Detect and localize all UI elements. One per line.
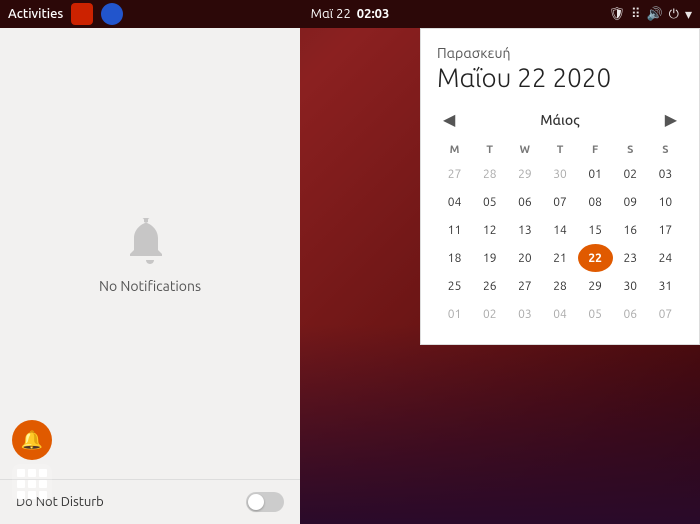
- calendar-day-1-4[interactable]: 08: [578, 188, 613, 216]
- topbar-left: Activities: [8, 3, 123, 25]
- bell-icon: [126, 214, 174, 268]
- calendar-week-2: 11121314151617: [437, 216, 683, 244]
- calendar-day-1-5[interactable]: 09: [613, 188, 648, 216]
- calendar-header: ◀ Μάιος ▶: [437, 108, 683, 132]
- weekday-f: F: [578, 140, 613, 160]
- dot-6: [39, 480, 47, 488]
- calendar-day-2-3[interactable]: 14: [542, 216, 577, 244]
- calendar-day-4-4[interactable]: 29: [578, 272, 613, 300]
- calendar-arrow: [552, 29, 568, 37]
- dock-orange-icon[interactable]: 🔔: [12, 420, 52, 460]
- calendar-prev-button[interactable]: ◀: [437, 108, 461, 132]
- dock-dots-grid: [17, 469, 47, 499]
- calendar-week-0: 27282930010203: [437, 160, 683, 188]
- dot-1: [17, 469, 25, 477]
- calendar-week-3: 18192021222324: [437, 244, 683, 272]
- calendar-day-2-1[interactable]: 12: [472, 216, 507, 244]
- calendar-day-3-1[interactable]: 19: [472, 244, 507, 272]
- calendar-day-1-0[interactable]: 04: [437, 188, 472, 216]
- calendar-day-3-5[interactable]: 23: [613, 244, 648, 272]
- weekday-s2: S: [648, 140, 683, 160]
- calendar-day-5-1[interactable]: 02: [472, 300, 507, 328]
- calendar-panel: Παρασκευή Μαΐου 22 2020 ◀ Μάιος ▶ M T W …: [420, 28, 700, 345]
- topbar-date: Μαϊ 22: [311, 7, 351, 21]
- topbar-time: 02:03: [357, 7, 390, 21]
- dot-3: [39, 469, 47, 477]
- calendar-day-2-0[interactable]: 11: [437, 216, 472, 244]
- topbar-center: Μαϊ 22 02:03: [311, 7, 390, 21]
- calendar-day-3-0[interactable]: 18: [437, 244, 472, 272]
- dot-7: [17, 491, 25, 499]
- calendar-week-4: 25262728293031: [437, 272, 683, 300]
- calendar-day-2-2[interactable]: 13: [507, 216, 542, 244]
- calendar-day-5-5[interactable]: 06: [613, 300, 648, 328]
- calendar-weekday-row: M T W T F S S: [437, 140, 683, 160]
- notification-content: No Notifications: [0, 28, 300, 479]
- calendar-day-0-6[interactable]: 03: [648, 160, 683, 188]
- calendar-day-0-5[interactable]: 02: [613, 160, 648, 188]
- calendar-day-4-5[interactable]: 30: [613, 272, 648, 300]
- calendar-day-4-2[interactable]: 27: [507, 272, 542, 300]
- calendar-day-1-2[interactable]: 06: [507, 188, 542, 216]
- toggle-knob: [248, 494, 264, 510]
- calendar-day-name: Παρασκευή: [437, 45, 683, 61]
- dock-apps-icon[interactable]: [12, 464, 52, 504]
- calendar-week-5: 01020304050607: [437, 300, 683, 328]
- calendar-day-1-1[interactable]: 05: [472, 188, 507, 216]
- sound-icon[interactable]: 🔊: [646, 7, 662, 22]
- calendar-full-date: Μαΐου 22 2020: [437, 63, 683, 92]
- calendar-body: 2728293001020304050607080910111213141516…: [437, 160, 683, 328]
- calendar-day-0-0[interactable]: 27: [437, 160, 472, 188]
- shield-icon[interactable]: 🛡: [608, 7, 625, 22]
- calendar-day-3-3[interactable]: 21: [542, 244, 577, 272]
- calendar-day-3-2[interactable]: 20: [507, 244, 542, 272]
- calendar-day-5-0[interactable]: 01: [437, 300, 472, 328]
- calendar-day-4-6[interactable]: 31: [648, 272, 683, 300]
- weekday-s1: S: [613, 140, 648, 160]
- weekday-t2: T: [542, 140, 577, 160]
- calendar-day-5-4[interactable]: 05: [578, 300, 613, 328]
- settings-icon[interactable]: ▾: [685, 6, 692, 23]
- calendar-month-label: Μάιος: [540, 112, 580, 128]
- topbar-app-blue[interactable]: [101, 3, 123, 25]
- activities-button[interactable]: Activities: [8, 7, 63, 21]
- no-notifications-label: No Notifications: [99, 278, 201, 294]
- calendar-day-5-6[interactable]: 07: [648, 300, 683, 328]
- weekday-w: W: [507, 140, 542, 160]
- calendar-grid: M T W T F S S 27282930010203040506070809…: [437, 140, 683, 328]
- calendar-day-4-1[interactable]: 26: [472, 272, 507, 300]
- calendar-week-1: 04050607080910: [437, 188, 683, 216]
- dock: 🔔: [12, 420, 52, 504]
- dot-5: [28, 480, 36, 488]
- weekday-m: M: [437, 140, 472, 160]
- calendar-day-2-6[interactable]: 17: [648, 216, 683, 244]
- calendar-day-2-4[interactable]: 15: [578, 216, 613, 244]
- network-icon[interactable]: ⠿: [631, 7, 641, 22]
- dnd-toggle[interactable]: [246, 492, 284, 512]
- calendar-day-3-6[interactable]: 24: [648, 244, 683, 272]
- topbar-clock[interactable]: Μαϊ 22 02:03: [311, 7, 390, 21]
- dot-8: [28, 491, 36, 499]
- calendar-day-0-3[interactable]: 30: [542, 160, 577, 188]
- calendar-day-1-3[interactable]: 07: [542, 188, 577, 216]
- calendar-day-0-4[interactable]: 01: [578, 160, 613, 188]
- calendar-day-4-0[interactable]: 25: [437, 272, 472, 300]
- topbar-right: 🛡 ⠿ 🔊 ⏻ ▾: [608, 6, 692, 23]
- calendar-day-0-2[interactable]: 29: [507, 160, 542, 188]
- calendar-day-5-2[interactable]: 03: [507, 300, 542, 328]
- calendar-day-0-1[interactable]: 28: [472, 160, 507, 188]
- calendar-day-1-6[interactable]: 10: [648, 188, 683, 216]
- dot-9: [39, 491, 47, 499]
- topbar: Activities Μαϊ 22 02:03 🛡 ⠿ 🔊 ⏻ ▾: [0, 0, 700, 28]
- calendar-next-button[interactable]: ▶: [659, 108, 683, 132]
- weekday-t1: T: [472, 140, 507, 160]
- calendar-day-4-3[interactable]: 28: [542, 272, 577, 300]
- power-icon[interactable]: ⏻: [669, 7, 679, 22]
- calendar-day-3-4[interactable]: 22: [578, 244, 613, 272]
- calendar-day-2-5[interactable]: 16: [613, 216, 648, 244]
- dot-4: [17, 480, 25, 488]
- topbar-app-red[interactable]: [71, 3, 93, 25]
- dot-2: [28, 469, 36, 477]
- calendar-day-5-3[interactable]: 04: [542, 300, 577, 328]
